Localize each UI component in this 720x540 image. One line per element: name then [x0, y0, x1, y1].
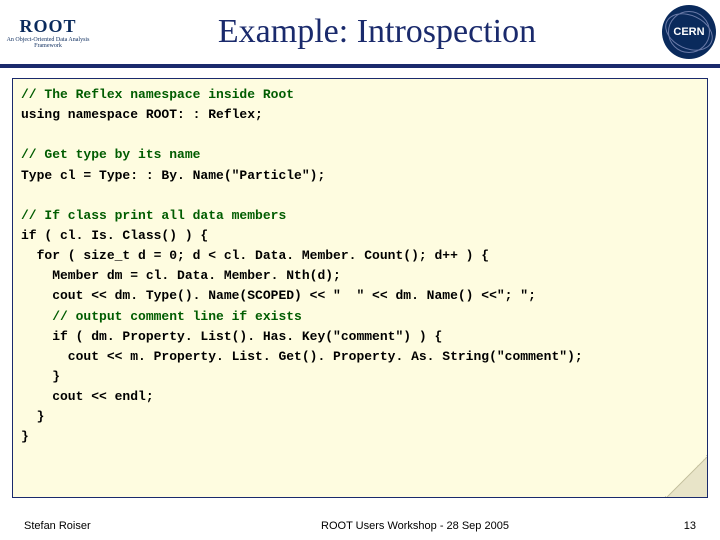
code-comment: // If class print all data members: [21, 208, 286, 223]
code-line: }: [21, 409, 44, 424]
page-corner-fold-icon: [665, 455, 707, 497]
code-line: using namespace ROOT: : Reflex;: [21, 107, 263, 122]
code-line: for ( size_t d = 0; d < cl. Data. Member…: [21, 248, 489, 263]
root-logo-subtitle: An Object-Oriented Data Analysis Framewo…: [4, 37, 92, 49]
code-comment: // Get type by its name: [21, 147, 200, 162]
code-line: }: [21, 369, 60, 384]
cern-logo: CERN: [662, 5, 716, 59]
code-line: if ( cl. Is. Class() ) {: [21, 228, 208, 243]
code-comment: // output comment line if exists: [21, 309, 302, 324]
cern-logo-text: CERN: [673, 26, 704, 38]
footer-author: Stefan Roiser: [24, 520, 174, 532]
code-line: if ( dm. Property. List(). Has. Key("com…: [21, 329, 442, 344]
footer-page-number: 13: [656, 520, 696, 532]
footer-event: ROOT Users Workshop - 28 Sep 2005: [174, 520, 656, 532]
code-line: cout << m. Property. List. Get(). Proper…: [21, 349, 583, 364]
code-line: cout << endl;: [21, 389, 154, 404]
code-comment: // The Reflex namespace inside Root: [21, 87, 294, 102]
slide-header: ROOT An Object-Oriented Data Analysis Fr…: [0, 0, 720, 68]
slide-footer: Stefan Roiser ROOT Users Workshop - 28 S…: [0, 520, 720, 532]
code-line: }: [21, 429, 29, 444]
root-logo-text: ROOT: [19, 16, 76, 37]
root-logo: ROOT An Object-Oriented Data Analysis Fr…: [4, 2, 92, 62]
code-line: Type cl = Type: : By. Name("Particle");: [21, 168, 325, 183]
code-block: // The Reflex namespace inside Root usin…: [12, 78, 708, 498]
slide-title: Example: Introspection: [98, 13, 656, 51]
code-line: Member dm = cl. Data. Member. Nth(d);: [21, 268, 341, 283]
code-line: cout << dm. Type(). Name(SCOPED) << " " …: [21, 288, 536, 303]
